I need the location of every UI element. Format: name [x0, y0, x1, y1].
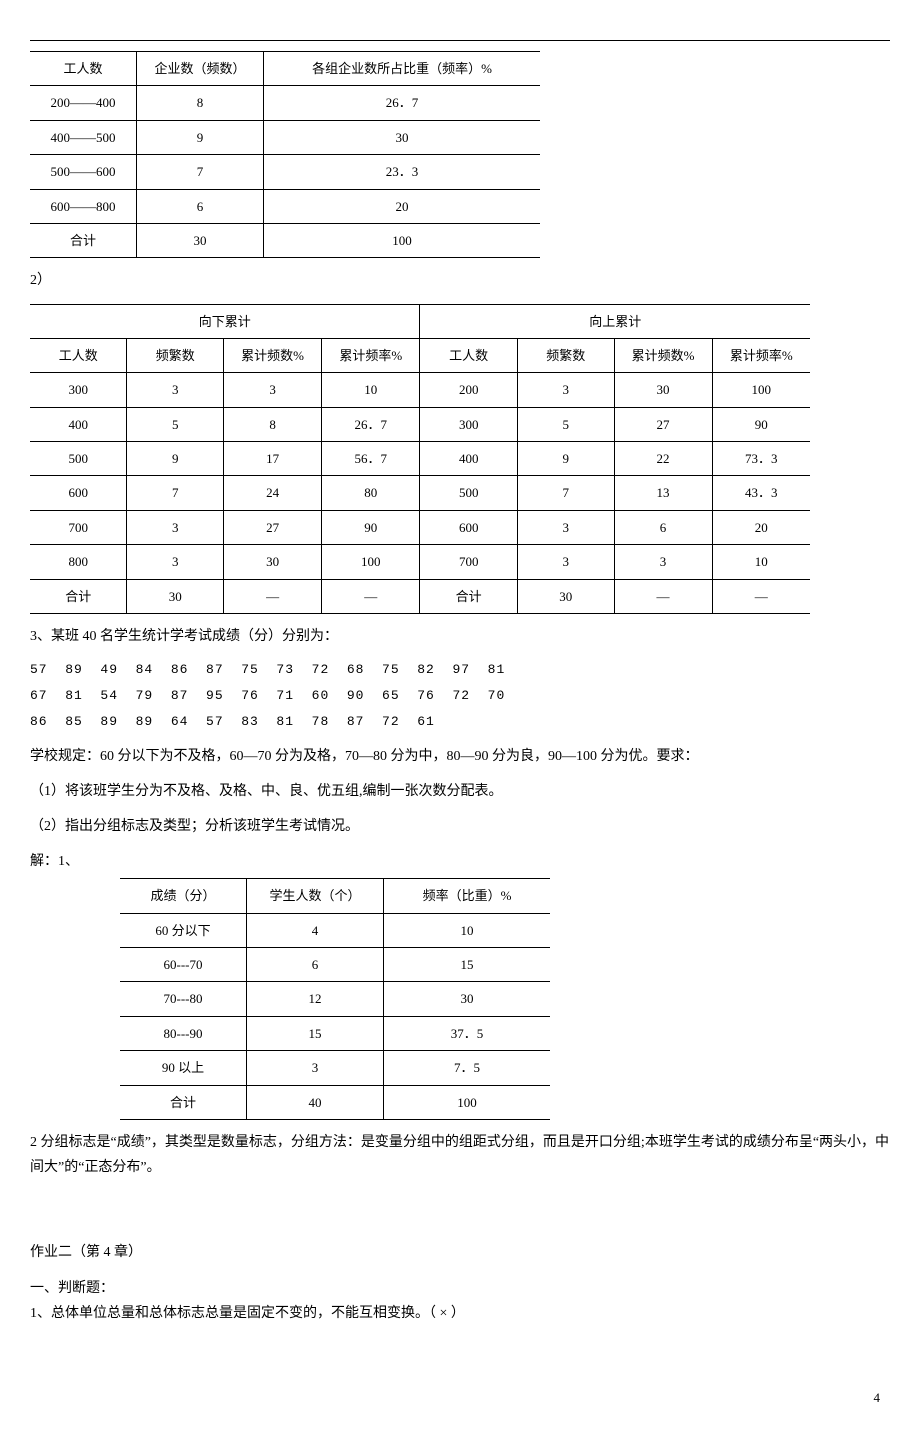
table-row: 400——500930 — [30, 120, 540, 154]
table-row: 60 分以下410 — [120, 913, 550, 947]
table-row: 6007248050071343．3 — [30, 476, 810, 510]
t1-h3: 各组企业数所占比重（频率）% — [264, 52, 541, 86]
page-number: 4 — [30, 1386, 890, 1409]
table-row: 合计40100 — [120, 1085, 550, 1119]
table-row: 200——400826．7 — [30, 86, 540, 120]
table-row: 8003301007003310 — [30, 545, 810, 579]
table-row: 3003310200330100 — [30, 373, 810, 407]
t1-h1: 工人数 — [30, 52, 137, 86]
table-row: 合计30——合计30—— — [30, 579, 810, 613]
t2-group-up: 向上累计 — [420, 304, 810, 338]
hw2-title: 作业二（第 4 章） — [30, 1240, 890, 1265]
t1-h2: 企业数（频数） — [137, 52, 264, 86]
table-score-distribution: 成绩（分） 学生人数（个） 频率（比重）% 60 分以下410 60---706… — [120, 878, 550, 1120]
table-row: 90 以上37．5 — [120, 1051, 550, 1085]
q3-title: 3、某班 40 名学生统计学考试成绩（分）分别为： — [30, 624, 890, 649]
table-row: 700327906003620 — [30, 510, 810, 544]
table-row: 70---801230 — [120, 982, 550, 1016]
table-row: 合计30100 — [30, 223, 540, 257]
rule-text: 学校规定：60 分以下为不及格，60—70 分为及格，70—80 分为中，80—… — [30, 744, 890, 769]
table-row: 500——600723．3 — [30, 155, 540, 189]
requirement-2: （2）指出分组标志及类型；分析该班学生考试情况。 — [30, 814, 890, 839]
table-row: 60---70615 — [120, 948, 550, 982]
table-row: 50091756．740092273．3 — [30, 442, 810, 476]
section-1-title: 一、判断题： — [30, 1276, 890, 1301]
solve-label: 解：1、 — [30, 849, 890, 874]
table-workers-frequency: 工人数 企业数（频数） 各组企业数所占比重（频率）% 200——400826．7… — [30, 51, 540, 258]
judge-q1: 1、总体单位总量和总体标志总量是固定不变的，不能互相变换。（ × ） — [30, 1301, 890, 1326]
requirement-1: （1）将该班学生分为不及格、及格、中、良、优五组,编制一张次数分配表。 — [30, 779, 890, 804]
t2-group-down: 向下累计 — [30, 304, 420, 338]
analysis-text: 2 分组标志是“成绩”，其类型是数量标志，分组方法：是变量分组中的组距式分组，而… — [30, 1130, 890, 1180]
score-data-row3: 86 85 89 89 64 57 83 81 78 87 72 61 — [30, 711, 890, 733]
score-data-row2: 67 81 54 79 87 95 76 71 60 90 65 76 72 7… — [30, 685, 890, 707]
table-row: 80---901537．5 — [120, 1016, 550, 1050]
table-cumulative: 向下累计 向上累计 工人数 频繁数 累计频数% 累计频率% 工人数 频繁数 累计… — [30, 304, 810, 615]
table-row: 4005826．730052790 — [30, 407, 810, 441]
table-row: 600——800620 — [30, 189, 540, 223]
page-rule-top — [30, 40, 890, 41]
score-data-row1: 57 89 49 84 86 87 75 73 72 68 75 82 97 8… — [30, 659, 890, 681]
label-part2: 2） — [30, 268, 890, 293]
